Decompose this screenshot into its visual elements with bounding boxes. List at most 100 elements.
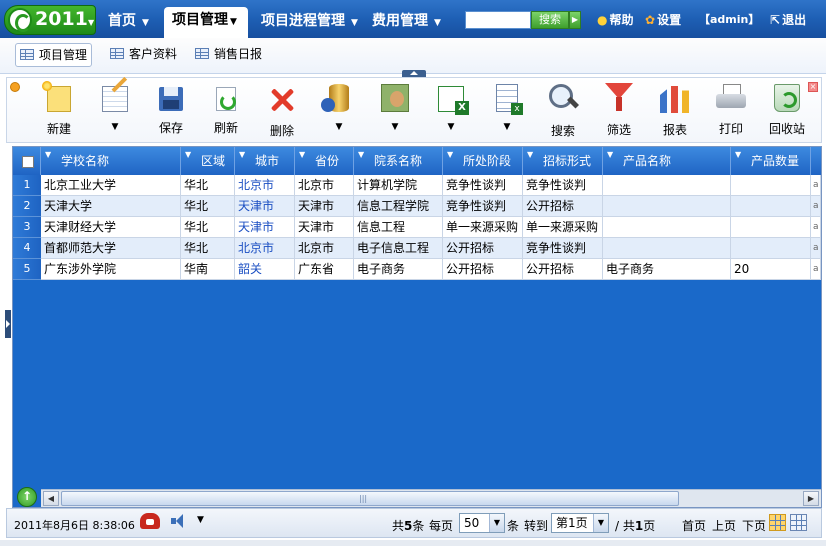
cell-bidding-type[interactable]: 竞争性谈判 [523,175,603,196]
cell-bidding-type[interactable]: 单一来源采购 [523,217,603,238]
cell-department[interactable]: 计算机学院 [354,175,443,196]
cell-school[interactable]: 北京工业大学 [41,175,181,196]
table-view-icon[interactable] [769,514,786,531]
toolbar-options-icon[interactable] [10,82,20,92]
recycle-bin-button[interactable]: 回收站 [761,80,813,140]
card-view-icon[interactable] [790,514,807,531]
help-link[interactable]: ● 帮助 [597,11,634,28]
table-row[interactable]: 5 广东涉外学院 华南 韶关 广东省 电子商务 公开招标 公开招标 电子商务 2… [13,259,821,280]
report-button[interactable]: 报表 [649,80,701,140]
cell-region[interactable]: 华北 [181,238,235,259]
next-page-link[interactable]: 下页 [742,517,766,534]
edit-dropdown-button[interactable]: ▼ [89,80,141,140]
cell-stage[interactable]: 竞争性谈判 [443,196,523,217]
cell-department[interactable]: 电子商务 [354,259,443,280]
cell-province[interactable]: 广东省 [295,259,354,280]
cell-city[interactable]: 天津市 [235,196,295,217]
cell-bidding-type[interactable]: 公开招标 [523,259,603,280]
contacts-dropdown-button[interactable]: ▼ [369,80,421,140]
nav-home[interactable]: 首页 ▼ [100,8,162,36]
cell-region[interactable]: 华北 [181,217,235,238]
cell-school[interactable]: 天津财经大学 [41,217,181,238]
cell-stage[interactable]: 公开招标 [443,259,523,280]
tab-sales-daily[interactable]: 销售日报 [191,43,266,67]
refresh-button[interactable]: 刷新 [200,80,252,140]
column-header-stage[interactable]: ▼ 所处阶段 [443,147,523,175]
cell-school[interactable]: 首都师范大学 [41,238,181,259]
search-arrow-icon[interactable]: ▶ [569,11,581,29]
cell-province[interactable]: 北京市 [295,238,354,259]
print-button[interactable]: 打印 [705,80,757,140]
phone-icon[interactable] [140,513,160,529]
nav-project-progress[interactable]: 项目进程管理 ▼ [253,8,371,36]
cell-region[interactable]: 华北 [181,196,235,217]
database-dropdown-button[interactable]: ▼ [313,80,365,140]
search-input[interactable] [465,11,531,29]
column-header-department[interactable]: ▼ 院系名称 [354,147,443,175]
scroll-right-icon[interactable]: ▶ [803,491,819,506]
cell-department[interactable]: 电子信息工程 [354,238,443,259]
logout-link[interactable]: ⇱ 退出 [770,11,806,28]
export-dropdown-button[interactable]: ▼ [481,80,533,140]
chevron-down-icon[interactable]: ▼ [239,147,245,163]
chevron-down-icon[interactable]: ▼ [527,147,533,163]
cell-city[interactable]: 北京市 [235,175,295,196]
delete-button[interactable]: 删除 [256,80,308,140]
collapse-toolbar-handle[interactable] [402,70,426,77]
cell-product-name[interactable] [603,196,731,217]
cell-product-name[interactable] [603,175,731,196]
cell-product-qty[interactable] [731,196,811,217]
cell-bidding-type[interactable]: 竞争性谈判 [523,238,603,259]
tab-customer-info[interactable]: 客户资料 [106,43,181,67]
scroll-left-icon[interactable]: ◀ [43,491,59,506]
chevron-down-icon[interactable]: ▼ [735,147,741,163]
cell-product-qty[interactable] [731,238,811,259]
speaker-icon[interactable] [171,514,185,528]
settings-link[interactable]: ✿ 设置 [645,11,681,28]
prev-page-link[interactable]: 上页 [712,517,736,534]
cell-product-name[interactable] [603,238,731,259]
chevron-down-icon[interactable]: ▼ [447,147,453,163]
scroll-top-button[interactable]: ↑ [17,487,37,507]
column-header-product-name[interactable]: ▼ 产品名称 [603,147,731,175]
table-row[interactable]: 1 北京工业大学 华北 北京市 北京市 计算机学院 竞争性谈判 竞争性谈判 a [13,175,821,196]
per-page-select[interactable]: 50 ▼ [459,513,505,533]
column-header-city[interactable]: ▼ 城市 [235,147,295,175]
cell-department[interactable]: 信息工程学院 [354,196,443,217]
cell-bidding-type[interactable]: 公开招标 [523,196,603,217]
column-header-school[interactable]: ▼ 学校名称 [41,147,181,175]
side-panel-toggle[interactable] [5,310,11,338]
chevron-down-icon[interactable]: ▼ [607,147,613,163]
first-page-link[interactable]: 首页 [682,517,706,534]
cell-province[interactable]: 天津市 [295,196,354,217]
cell-city[interactable]: 韶关 [235,259,295,280]
cell-stage[interactable]: 公开招标 [443,238,523,259]
cell-stage[interactable]: 单一来源采购 [443,217,523,238]
tab-project-management[interactable]: 项目管理 [15,43,93,67]
filter-button[interactable]: 筛选 [593,80,645,140]
cell-product-name[interactable] [603,217,731,238]
cell-province[interactable]: 北京市 [295,175,354,196]
chevron-down-icon[interactable]: ▼ [358,147,364,163]
cell-region[interactable]: 华北 [181,175,235,196]
column-header-bidding-type[interactable]: ▼ 招标形式 [523,147,603,175]
horizontal-scrollbar[interactable]: ◀ ▶ [41,489,821,507]
new-button[interactable]: 新建 [33,80,85,140]
table-row[interactable]: 2 天津大学 华北 天津市 天津市 信息工程学院 竞争性谈判 公开招标 a [13,196,821,217]
cell-school[interactable]: 广东涉外学院 [41,259,181,280]
cell-product-qty[interactable] [731,217,811,238]
excel-dropdown-button[interactable]: ▼ [425,80,477,140]
cell-city[interactable]: 天津市 [235,217,295,238]
cell-school[interactable]: 天津大学 [41,196,181,217]
cell-product-qty[interactable] [731,175,811,196]
cell-region[interactable]: 华南 [181,259,235,280]
nav-project-management[interactable]: 项目管理 ▼ [164,7,248,38]
column-header-product-qty[interactable]: ▼ 产品数量 [731,147,811,175]
chevron-down-icon[interactable]: ▼ [185,147,191,163]
scrollbar-thumb[interactable] [61,491,679,506]
table-row[interactable]: 4 首都师范大学 华北 北京市 北京市 电子信息工程 公开招标 竞争性谈判 a [13,238,821,259]
cell-province[interactable]: 天津市 [295,217,354,238]
column-header-province[interactable]: ▼ 省份 [295,147,354,175]
save-button[interactable]: 保存 [145,80,197,140]
cell-product-name[interactable]: 电子商务 [603,259,731,280]
